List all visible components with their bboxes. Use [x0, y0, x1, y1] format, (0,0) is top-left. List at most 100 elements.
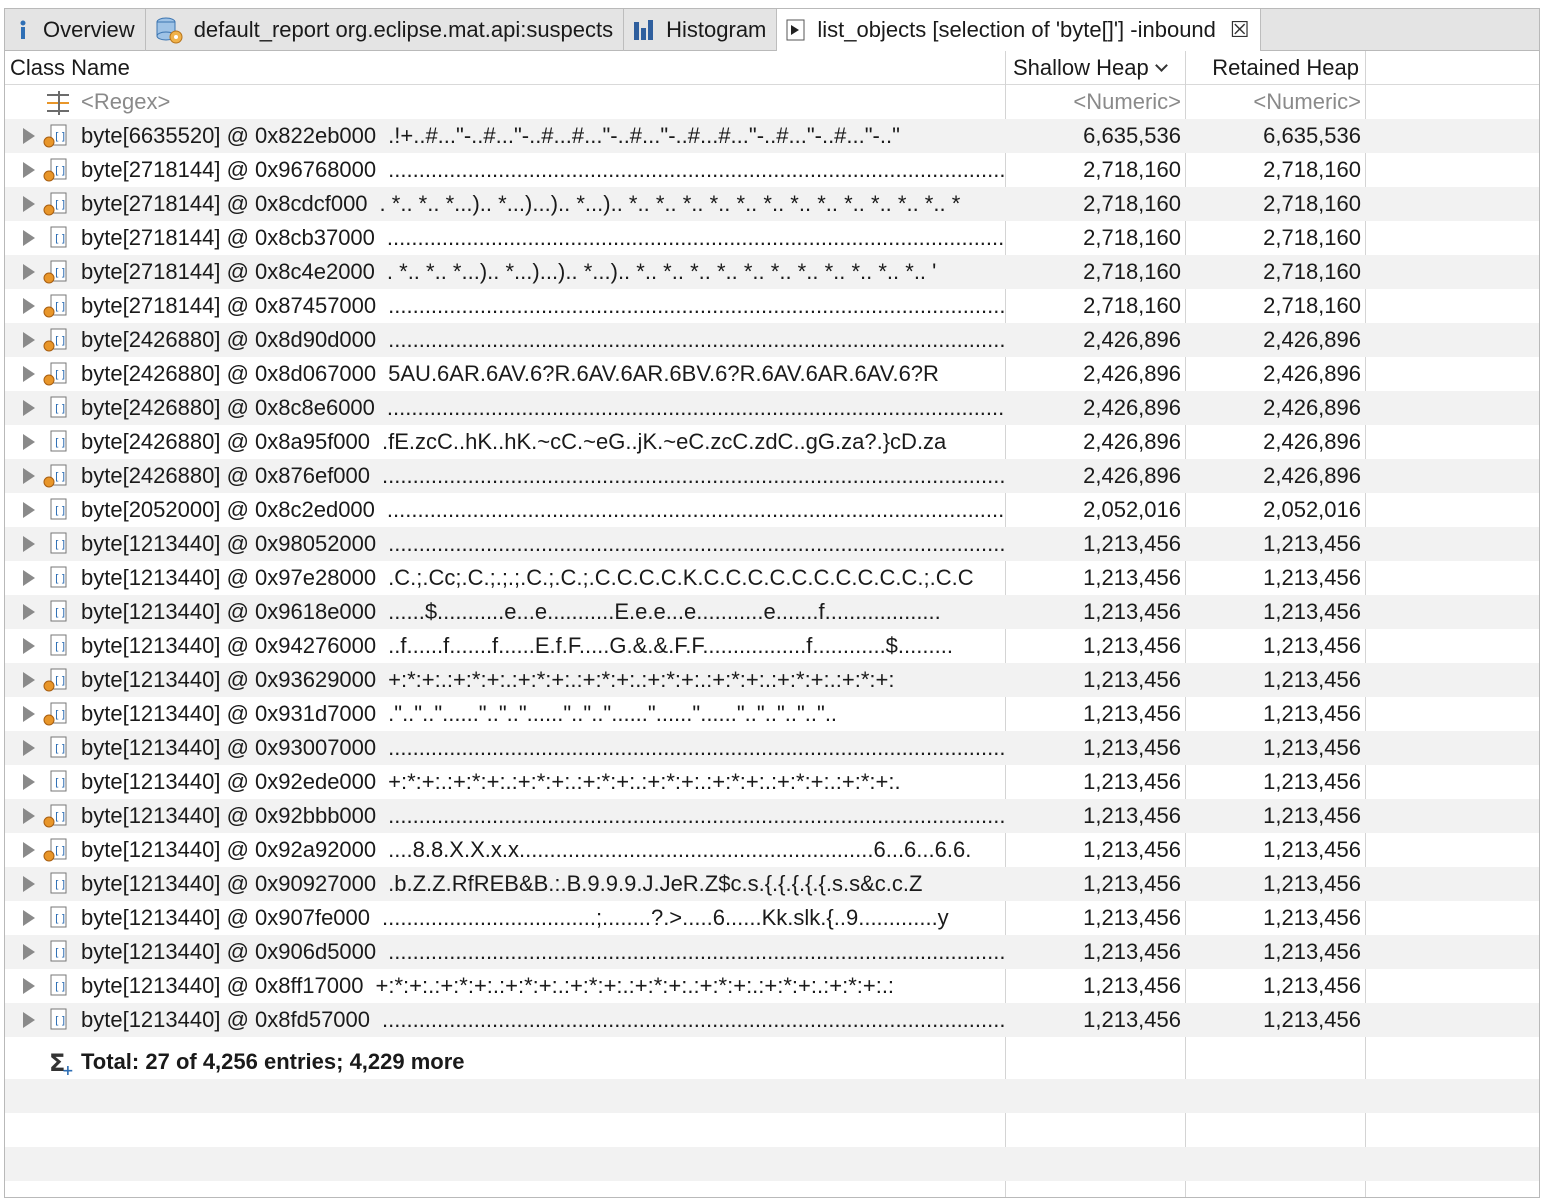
table-row[interactable]: [] byte[2718144] @ 0x8cdcf000 . *.. *.. *.… — [5, 187, 1539, 221]
table-row[interactable]: [] byte[2718144] @ 0x8c4e2000 . *.. *.. *.… — [5, 255, 1539, 289]
expand-arrow-icon[interactable] — [23, 128, 35, 144]
object-name: byte[1213440] @ 0x93007000 — [81, 735, 377, 760]
object-label: byte[2718144] @ 0x8cdcf000 . *.. *.. *...… — [81, 187, 960, 221]
object-name: byte[6635520] @ 0x822eb000 — [81, 123, 377, 148]
expand-arrow-icon[interactable] — [23, 230, 35, 246]
expand-arrow-icon[interactable] — [23, 332, 35, 348]
table-row[interactable]: [] byte[2426880] @ 0x876ef000............… — [5, 459, 1539, 493]
filter-cell-name[interactable]: <Regex> — [5, 85, 1004, 119]
chevron-down-icon — [1154, 59, 1168, 72]
table-row[interactable]: [] byte[6635520] @ 0x822eb000 .!+..#..."-.… — [5, 119, 1539, 153]
expand-arrow-icon[interactable] — [23, 434, 35, 450]
expand-arrow-icon[interactable] — [23, 944, 35, 960]
expand-arrow-icon[interactable] — [23, 298, 35, 314]
object-name: byte[2718144] @ 0x96768000 — [81, 157, 377, 182]
object-value-preview: ....8.8.X.X.x.x.........................… — [388, 837, 972, 862]
gc-root-array-icon: [] — [43, 123, 69, 149]
close-icon[interactable]: ☒ — [1230, 17, 1250, 43]
retained-heap-cell: 2,718,160 — [1263, 191, 1361, 216]
column-header-retained-heap[interactable]: Retained Heap — [1185, 51, 1365, 85]
expand-arrow-icon[interactable] — [23, 604, 35, 620]
table-row[interactable]: [] byte[1213440] @ 0x97e28000 .C.;.Cc;.C.;… — [5, 561, 1539, 595]
table-row[interactable]: [] byte[1213440] @ 0x92ede000 +:*:+:.:+:*:… — [5, 765, 1539, 799]
table-row[interactable]: [] byte[2426880] @ 0x8c8e6000............… — [5, 391, 1539, 425]
table-row[interactable]: [] byte[2426880] @ 0x8d067000 5AU.6AR.6AV.… — [5, 357, 1539, 391]
expand-arrow-icon[interactable] — [23, 740, 35, 756]
expand-arrow-icon[interactable] — [23, 400, 35, 416]
expand-arrow-icon[interactable] — [23, 162, 35, 178]
table-row[interactable]: [] byte[1213440] @ 0x92a92000 ....8.8.X.X.… — [5, 833, 1539, 867]
expand-arrow-icon[interactable] — [23, 570, 35, 586]
tab-label: default_report org.eclipse.mat.api:suspe… — [193, 17, 614, 42]
object-value-preview: .!+..#..."-..#..."-..#...#..."-..#..."-.… — [388, 123, 900, 148]
object-label: byte[2718144] @ 0x8c4e2000 . *.. *.. *...… — [81, 255, 936, 289]
expand-arrow-icon[interactable] — [23, 468, 35, 484]
array-object-icon: [] — [43, 633, 69, 659]
table-row[interactable]: [] byte[1213440] @ 0x931d7000 ."..".."....… — [5, 697, 1539, 731]
tab-list-objects[interactable]: list_objects [selection of 'byte[]'] -in… — [777, 9, 1261, 52]
table-row[interactable]: [] byte[1213440] @ 0x9618e000 ......$.....… — [5, 595, 1539, 629]
table-row[interactable]: [] byte[1213440] @ 0x8ff17000 +:*:+:.:+:*:… — [5, 969, 1539, 1003]
expand-arrow-icon[interactable] — [23, 196, 35, 212]
object-label: byte[1213440] @ 0x98052000..............… — [81, 527, 1004, 561]
expand-arrow-icon[interactable] — [23, 910, 35, 926]
object-value-preview: ........................................… — [388, 327, 1004, 352]
retained-heap-cell: 6,635,536 — [1263, 123, 1361, 148]
table-row[interactable]: [] byte[2718144] @ 0x8cb37000............… — [5, 221, 1539, 255]
table-row[interactable]: [] byte[1213440] @ 0x8fd57000............… — [5, 1003, 1539, 1037]
expand-arrow-icon[interactable] — [23, 978, 35, 994]
table-row[interactable]: [] byte[1213440] @ 0x94276000 ..f......f..… — [5, 629, 1539, 663]
expand-arrow-icon[interactable] — [23, 502, 35, 518]
table-row[interactable]: [] byte[1213440] @ 0x98052000............… — [5, 527, 1539, 561]
table-row[interactable]: [] byte[2426880] @ 0x8d90d000............… — [5, 323, 1539, 357]
retained-heap-cell: 1,213,456 — [1263, 769, 1361, 794]
class-name-cell: [] byte[1213440] @ 0x98052000............… — [5, 527, 1004, 561]
table-row[interactable]: [] byte[2718144] @ 0x87457000............… — [5, 289, 1539, 323]
table-row[interactable]: [] byte[1213440] @ 0x93007000............… — [5, 731, 1539, 765]
column-header-shallow-heap[interactable]: Shallow Heap — [1005, 51, 1185, 85]
table-row[interactable]: [] byte[2718144] @ 0x96768000............… — [5, 153, 1539, 187]
retained-heap-cell: 1,213,456 — [1263, 871, 1361, 896]
tab-histogram[interactable]: Histogram — [624, 9, 778, 51]
expand-arrow-icon[interactable] — [23, 808, 35, 824]
expand-arrow-icon[interactable] — [23, 876, 35, 892]
class-name-cell: [] byte[2426880] @ 0x8c8e6000............… — [5, 391, 1004, 425]
filter-retained-placeholder[interactable]: <Numeric> — [1185, 85, 1361, 119]
table-row[interactable]: [] byte[1213440] @ 0x93629000 +:*:+:.:+:*:… — [5, 663, 1539, 697]
expand-arrow-icon[interactable] — [23, 264, 35, 280]
expand-arrow-icon[interactable] — [23, 842, 35, 858]
total-cell: Σ + Total: 27 of 4,256 entries; 4,229 mor… — [5, 1045, 1004, 1079]
expand-arrow-icon[interactable] — [23, 638, 35, 654]
expand-arrow-icon[interactable] — [23, 366, 35, 382]
table-row[interactable]: [] byte[2052000] @ 0x8c2ed000............… — [5, 493, 1539, 527]
column-header-class-name[interactable]: Class Name — [10, 51, 130, 85]
expand-arrow-icon[interactable] — [23, 672, 35, 688]
retained-heap-cell: 2,052,016 — [1263, 497, 1361, 522]
retained-heap-cell: 2,426,896 — [1263, 361, 1361, 386]
expand-arrow-icon[interactable] — [23, 1012, 35, 1028]
class-name-cell: [] byte[2426880] @ 0x8a95f000 .fE.zcC..hK.… — [5, 425, 1004, 459]
expand-arrow-icon[interactable] — [23, 536, 35, 552]
object-value-preview: ........................................… — [386, 225, 1004, 250]
tab-default-report[interactable]: default_report org.eclipse.mat.api:suspe… — [146, 9, 625, 51]
svg-text:+: + — [62, 1063, 74, 1077]
class-name-cell: [] byte[1213440] @ 0x94276000 ..f......f..… — [5, 629, 1004, 663]
retained-heap-cell: 1,213,456 — [1263, 667, 1361, 692]
table-row[interactable]: [] byte[1213440] @ 0x906d5000............… — [5, 935, 1539, 969]
filter-shallow-placeholder[interactable]: <Numeric> — [1005, 85, 1181, 119]
table-row[interactable]: [] byte[1213440] @ 0x90927000 .b.Z.Z.RfREB… — [5, 867, 1539, 901]
expand-arrow-icon[interactable] — [23, 706, 35, 722]
array-object-icon: [] — [43, 735, 69, 761]
class-name-cell: [] byte[1213440] @ 0x9618e000 ......$.....… — [5, 595, 1004, 629]
array-object-icon: [] — [43, 939, 69, 965]
gc-root-array-icon: [] — [43, 361, 69, 387]
object-name: byte[1213440] @ 0x931d7000 — [81, 701, 377, 726]
table-row[interactable]: [] byte[2426880] @ 0x8a95f000 .fE.zcC..hK.… — [5, 425, 1539, 459]
object-label: byte[2426880] @ 0x8c8e6000..............… — [81, 391, 1004, 425]
table-row[interactable]: [] byte[1213440] @ 0x907fe000............… — [5, 901, 1539, 935]
tab-overview[interactable]: Overview — [5, 9, 146, 51]
table-row[interactable]: [] byte[1213440] @ 0x92bbb000............… — [5, 799, 1539, 833]
svg-text:[]: [] — [54, 538, 67, 551]
expand-arrow-icon[interactable] — [23, 774, 35, 790]
shallow-heap-cell: 2,426,896 — [1083, 463, 1181, 488]
